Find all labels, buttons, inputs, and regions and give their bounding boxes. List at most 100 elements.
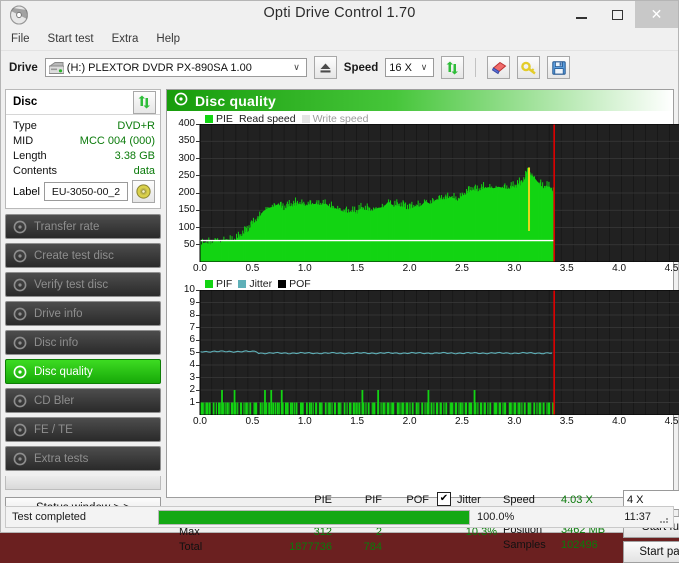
disc-rows: Type DVD+R MID MCC 004 (000) Length 3.38… [6,115,160,208]
axis-tick-label: 50 [183,238,195,250]
speed-select-value: 16 X [389,61,412,74]
sidebar-item-label: Extra tests [34,452,89,465]
eject-button[interactable] [313,56,337,79]
axis-tick [196,352,200,353]
menu-item-start-test[interactable]: Start test [48,33,94,45]
sidebar-item-fe-te[interactable]: FE / TE [5,417,161,442]
app-window: Opti Drive Control 1.70 ✕ File Start tes… [0,0,679,563]
axis-tick-label: 5 [189,346,195,358]
disc-label-input[interactable]: EU-3050-00_2 [43,182,128,201]
stats-header-pof: POF [406,494,429,506]
disc-row-key: Contents [13,164,58,177]
disc-refresh-button[interactable] [133,90,156,114]
legend-label-write-speed: Write speed [312,112,369,125]
chart1-legend: PIE Read speed Write speed [167,111,673,125]
disc-row-value: MCC 004 (000) [79,134,155,147]
drive-select[interactable]: (H:) PLEXTOR DVDR PX-890SA 1.00 ∨ [44,58,307,77]
speed-result-value: 4.03 X [561,494,593,506]
axis-tick-label: 150 [178,204,195,216]
refresh-button[interactable] [441,56,465,79]
disc-label-row: Label EU-3050-00_2 [13,180,155,203]
sidebar-item-verify-test-disc[interactable]: Verify test disc [5,272,161,297]
sidebar-item-label: Transfer rate [34,220,100,233]
sidebar-item-transfer-rate[interactable]: Transfer rate [5,214,161,239]
jitter-checkbox[interactable]: ✔ [437,492,451,506]
disc-row-value: 3.38 GB [114,149,155,162]
disc-row-key: Type [13,119,37,132]
progress-bar-fill [159,510,469,524]
samples-label: Samples [503,539,546,551]
axis-tick [196,209,200,211]
menu-item-extra[interactable]: Extra [112,33,139,45]
legend-swatch-pif [205,279,213,288]
axis-tick [196,364,200,366]
axis-tick-label: 9 [189,296,195,308]
save-button[interactable] [547,56,571,79]
pie-chart-y-axis: 50 100 150 200 250 300 350 400 [167,118,200,262]
axis-tick-label: 3 [189,371,195,383]
disc-quality-panel: Disc quality PIE Read speed Write speed … [166,89,679,563]
axis-tick-label: 2 [189,384,195,395]
axis-tick-label: 6 [189,334,195,345]
axis-tick-label: 2.0 [402,416,417,427]
axis-tick [196,402,200,403]
erase-button[interactable] [487,56,511,79]
axis-tick-label: 400 [178,118,195,129]
disc-info-box: Disc Type DVD+R MID MCC 004 (000) Length… [5,89,161,209]
close-button[interactable]: ✕ [635,1,678,28]
axis-tick-label: 4.5 [664,263,679,274]
legend-swatch-pie [205,114,213,123]
menu-item-file[interactable]: File [11,33,30,45]
start-part-button[interactable]: Start part [623,541,679,563]
pif-chart-y-axis: 1 2 3 4 5 6 7 8 9 10 [167,284,200,415]
sidebar-item-label: Create test disc [34,249,114,262]
sidebar-item-label: Verify test disc [34,278,109,291]
axis-tick [196,314,200,316]
toolbar-divider [475,58,477,77]
sidebar-item-cd-bler[interactable]: CD Bler [5,388,161,413]
status-message: Test completed [12,511,86,523]
sidebar-item-create-test-disc[interactable]: Create test disc [5,243,161,268]
axis-tick-label: 8 [189,309,195,320]
key-button[interactable] [517,56,541,79]
maximize-button[interactable] [599,1,635,28]
status-bar: Test completed 100.0% 11:37 [5,506,674,528]
disc-row-mid: MID MCC 004 (000) [13,133,155,148]
axis-tick [196,123,200,125]
axis-tick-label: 100 [178,221,195,233]
axis-tick-label: 1.0 [297,263,312,274]
drive-label: Drive [9,61,38,74]
axis-tick-label: 300 [178,152,195,164]
sidebar-item-label: Disc quality [34,365,93,378]
panel-title: Disc quality [195,92,276,109]
menu-item-help[interactable]: Help [156,33,180,45]
sidebar-item-extra-tests[interactable]: Extra tests [5,446,161,471]
legend-label-jitter: Jitter [249,277,273,290]
sidebar-item-disc-info[interactable]: Disc info [5,330,161,355]
sidebar-item-disc-quality[interactable]: Disc quality [5,359,161,384]
disc-row-key: Length [13,149,47,162]
speed-select[interactable]: 16 X ∨ [385,58,435,77]
cd-icon-button[interactable] [132,180,155,203]
minimize-button[interactable] [563,1,599,28]
progress-bar [158,509,470,525]
disc-verify-icon [13,278,27,292]
stats-total-pie: 1877736 [289,541,332,553]
resize-grip[interactable] [658,513,670,525]
pif-chart-x-axis: 0.00.51.01.52.02.53.03.54.04.5GB [167,416,679,430]
axis-tick-label: 0.0 [193,416,207,427]
axis-tick-label: 4.0 [612,416,627,427]
legend-label-pie: PIE [216,112,233,125]
drive-toolbar: Drive (H:) PLEXTOR DVDR PX-890SA 1.00 ∨ … [1,50,678,84]
chevron-down-icon: ∨ [293,62,300,72]
axis-tick [196,289,200,291]
progress-percent: 100.0% [477,511,515,523]
axis-tick-label: 0.5 [245,416,260,427]
axis-tick-label: 7 [189,321,195,333]
axis-tick [196,140,200,142]
stats-header-pif: PIF [364,494,382,506]
sidebar-item-drive-info[interactable]: Drive info [5,301,161,326]
axis-tick-label: 250 [178,169,195,181]
drive-icon [48,61,65,74]
axis-tick-label: 4.0 [612,263,627,274]
